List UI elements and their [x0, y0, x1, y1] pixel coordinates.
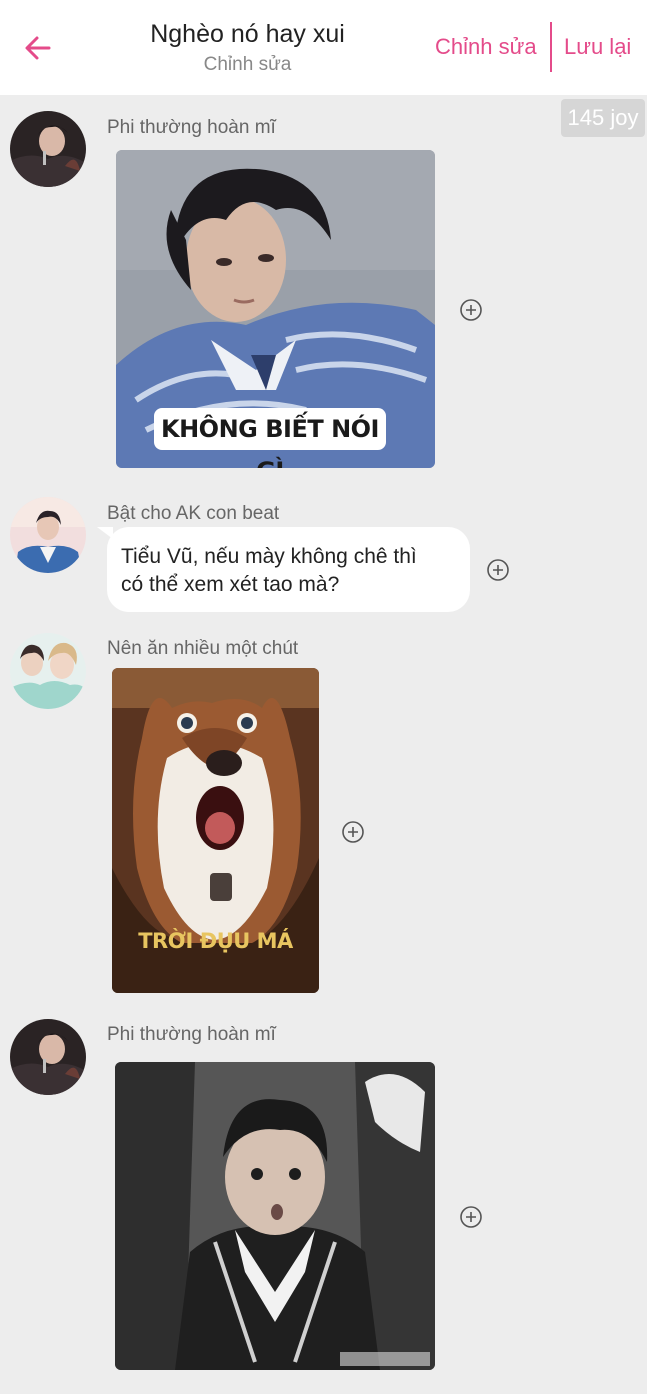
edit-button[interactable]: Chỉnh sửa [435, 30, 537, 64]
message-bubble[interactable]: Tiểu Vũ, nếu mày không chê thì có thể xe… [107, 527, 470, 612]
plus-circle-icon [342, 821, 364, 843]
plus-circle-icon [460, 299, 482, 321]
avatar[interactable] [10, 497, 86, 573]
joy-counter-badge: 145 joy [561, 99, 645, 137]
page-title: Nghèo nó hay xui [150, 20, 345, 48]
sender-name: Bật cho AK con beat [107, 503, 280, 524]
title-block: Nghèo nó hay xui Chỉnh sửa [95, 18, 400, 80]
avatar[interactable] [10, 111, 86, 187]
save-button[interactable]: Lưu lại [564, 30, 631, 64]
add-reaction-button[interactable] [486, 558, 510, 582]
avatar[interactable] [10, 633, 86, 709]
sticker-image[interactable] [115, 1062, 435, 1370]
page-subtitle: Chỉnh sửa [203, 54, 292, 75]
top-bar: Nghèo nó hay xui Chỉnh sửa Chỉnh sửa Lưu… [0, 0, 647, 95]
message-text-line: có thể xem xét tao mà? [121, 573, 340, 596]
sender-name: Nên ăn nhiều một chút [107, 638, 299, 659]
sender-name: Phi thường hoàn mĩ [107, 117, 276, 138]
message-text-line: Tiểu Vũ, nếu mày không chê thì [121, 545, 417, 568]
sticker-caption: TRỜI ĐỤU MÁ [138, 929, 293, 953]
header-divider [550, 22, 552, 72]
plus-circle-icon [487, 559, 509, 581]
sender-name: Phi thường hoàn mĩ [107, 1024, 276, 1045]
add-reaction-button[interactable] [459, 298, 483, 322]
add-reaction-button[interactable] [341, 820, 365, 844]
sticker-caption: KHÔNG BIẾT NÓI GÌ [161, 415, 380, 468]
add-reaction-button[interactable] [459, 1205, 483, 1229]
sticker-image[interactable]: KHÔNG BIẾT NÓI GÌ [116, 150, 435, 468]
arrow-left-icon [25, 36, 51, 60]
back-button[interactable] [18, 28, 58, 68]
avatar[interactable] [10, 1019, 86, 1095]
sticker-image[interactable]: TRỜI ĐỤU MÁ [112, 668, 319, 993]
plus-circle-icon [460, 1206, 482, 1228]
